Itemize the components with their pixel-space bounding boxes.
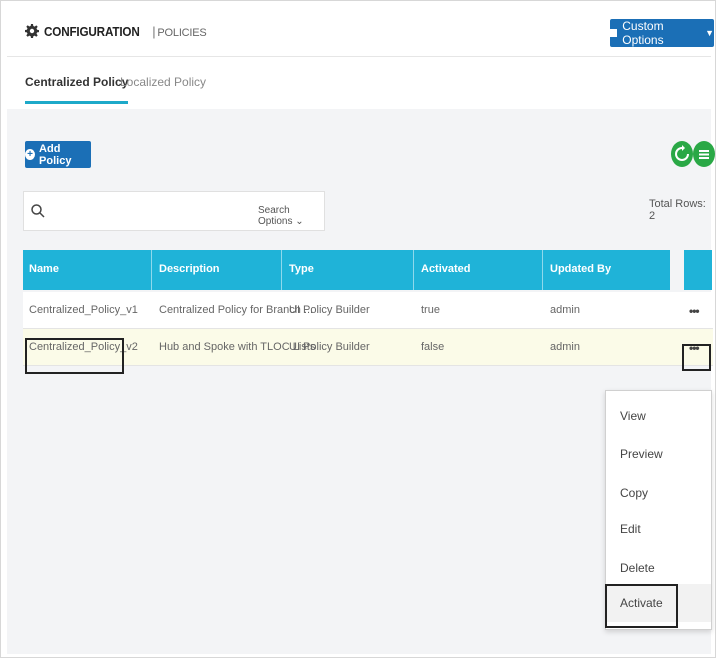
highlight-box: [682, 344, 711, 371]
add-policy-label: Add Policy: [39, 142, 72, 167]
breadcrumb: CONFIGURATION | POLICIES: [44, 24, 207, 39]
refresh-button[interactable]: [671, 141, 693, 167]
add-policy-button[interactable]: + Add Policy: [25, 141, 91, 168]
table-row[interactable]: Centralized_Policy_v2 Hub and Spoke with…: [23, 329, 713, 366]
top-header: CONFIGURATION | POLICIES Custom Options ▼: [7, 7, 714, 57]
highlight-box: [605, 584, 678, 628]
breadcrumb-separator: |: [152, 24, 156, 39]
caret-down-icon: ▼: [705, 28, 714, 38]
gear-icon: [25, 24, 39, 38]
cell-type: UI Policy Builder: [289, 304, 370, 316]
table-row[interactable]: Centralized_Policy_v1 Centralized Policy…: [23, 292, 713, 329]
column-activated[interactable]: Activated: [421, 263, 471, 275]
plus-icon: +: [25, 149, 36, 160]
search-bar: Search Options ⌄: [23, 191, 325, 231]
custom-options-label: Custom Options: [622, 19, 664, 47]
column-description[interactable]: Description: [159, 263, 220, 275]
cell-updated-by: admin: [550, 304, 580, 316]
column-name[interactable]: Name: [29, 263, 59, 275]
search-options-label: Search Options: [258, 205, 293, 227]
breadcrumb-section: CONFIGURATION: [44, 24, 140, 39]
column-divider: [413, 250, 414, 290]
breadcrumb-page: POLICIES: [157, 27, 207, 39]
square-icon: [610, 29, 618, 37]
table-menu-button[interactable]: [693, 141, 715, 167]
highlight-box: [25, 338, 124, 374]
app-frame: CONFIGURATION | POLICIES Custom Options ▼ …: [0, 0, 716, 658]
total-rows: Total Rows: 2: [649, 198, 706, 222]
chevron-down-icon: ⌄: [295, 216, 304, 227]
refresh-icon: [675, 145, 689, 161]
column-divider: [542, 250, 543, 290]
tab-localized-policy[interactable]: Localized Policy: [120, 75, 206, 89]
list-menu-icon: [699, 150, 709, 159]
menu-item-preview[interactable]: Preview: [620, 447, 663, 461]
cell-updated-by: admin: [550, 341, 580, 353]
menu-item-copy[interactable]: Copy: [620, 486, 648, 500]
custom-options-button[interactable]: Custom Options ▼: [610, 19, 714, 47]
cell-name: Centralized_Policy_v1: [29, 304, 138, 316]
menu-item-delete[interactable]: Delete: [620, 561, 655, 575]
tab-centralized-policy[interactable]: Centralized Policy: [25, 75, 129, 104]
column-type[interactable]: Type: [289, 263, 314, 275]
column-updated-by[interactable]: Updated By: [550, 263, 611, 275]
table-header-actions: [684, 250, 712, 290]
menu-item-edit[interactable]: Edit: [620, 522, 641, 536]
menu-item-view[interactable]: View: [620, 409, 646, 423]
policy-tabs: Centralized Policy Localized Policy: [7, 57, 711, 109]
column-divider: [151, 250, 152, 290]
cell-type: UI Policy Builder: [289, 341, 370, 353]
table-header: Name Description Type Activated Updated …: [23, 250, 670, 290]
column-divider: [281, 250, 282, 290]
more-icon[interactable]: •••: [689, 304, 700, 318]
search-options-dropdown[interactable]: Search Options ⌄: [258, 205, 324, 227]
cell-activated: true: [421, 304, 440, 316]
cell-activated: false: [421, 341, 445, 353]
search-icon: [31, 204, 45, 218]
